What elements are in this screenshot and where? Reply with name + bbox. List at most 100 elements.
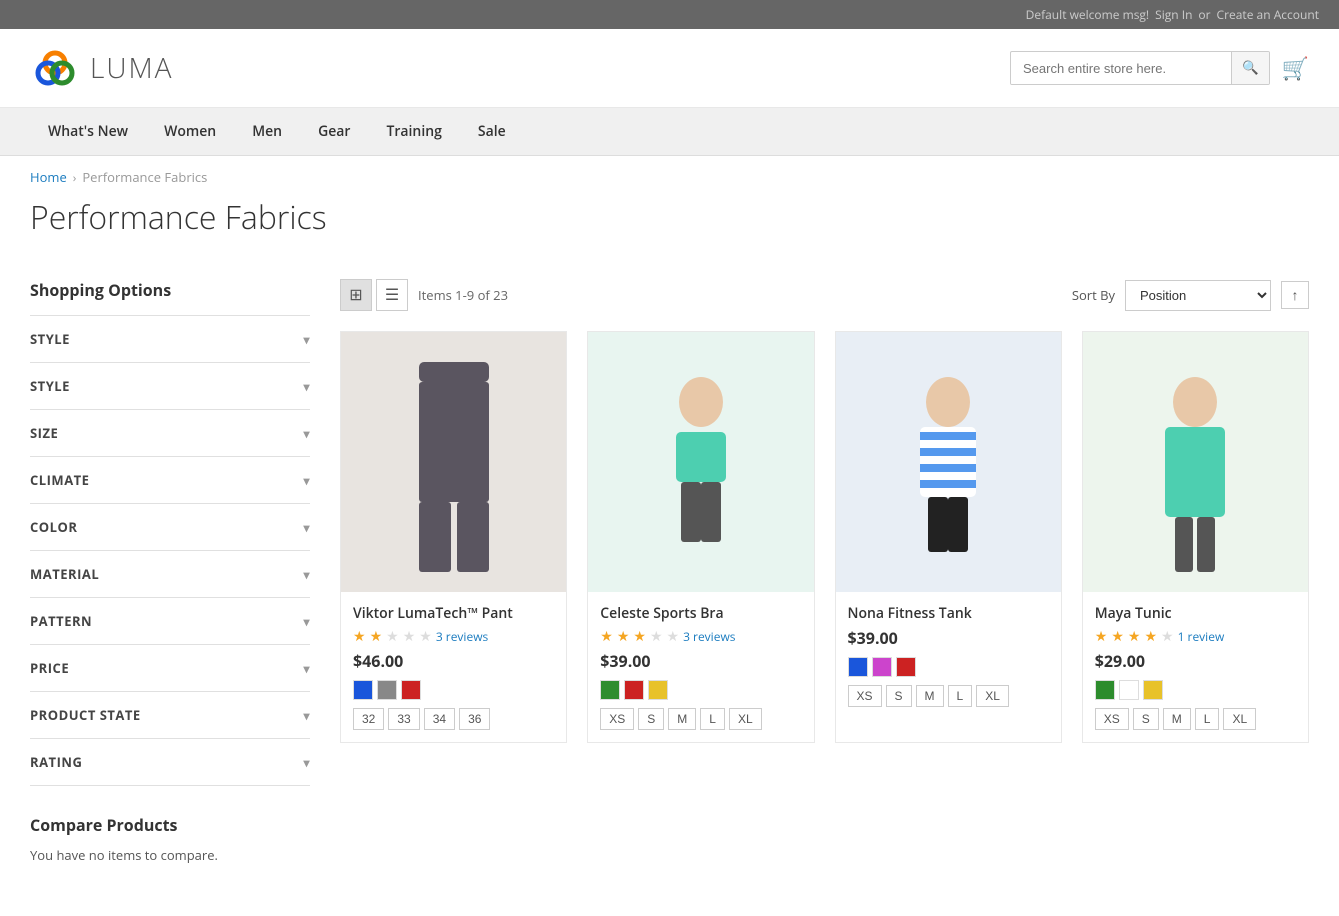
filter-rating-header[interactable]: RATING ▾: [30, 739, 310, 785]
nav-men[interactable]: Men: [234, 108, 300, 155]
nav-sale[interactable]: Sale: [460, 108, 524, 155]
filter-pattern-chevron: ▾: [303, 613, 310, 630]
filter-color-header[interactable]: COLOR ▾: [30, 504, 310, 550]
color-swatch-2-green[interactable]: [600, 680, 620, 700]
filter-style-1-header[interactable]: STYLE ▾: [30, 316, 310, 362]
filter-rating-label: RATING: [30, 753, 82, 771]
star-1-1: ★: [353, 627, 366, 646]
product-name-2[interactable]: Celeste Sports Bra: [600, 604, 801, 623]
filter-pattern-header[interactable]: PATTERN ▾: [30, 598, 310, 644]
product-card-4[interactable]: Maya Tunic ★ ★ ★ ★ ★ 1 review $29.00: [1082, 331, 1309, 743]
filter-price-header[interactable]: PRICE ▾: [30, 645, 310, 691]
color-swatch-1-gray[interactable]: [377, 680, 397, 700]
size-33[interactable]: 33: [388, 708, 419, 730]
size-m-4[interactable]: M: [1163, 708, 1191, 730]
star-2-4: ★: [650, 627, 663, 646]
filter-climate-header[interactable]: CLIMATE ▾: [30, 457, 310, 503]
product-name-3[interactable]: Nona Fitness Tank: [848, 604, 1049, 623]
signin-link[interactable]: Sign In: [1155, 6, 1192, 23]
filter-product-state-chevron: ▾: [303, 707, 310, 724]
color-swatch-3-purple[interactable]: [872, 657, 892, 677]
product-stars-2: ★ ★ ★ ★ ★ 3 reviews: [600, 627, 801, 646]
breadcrumb-home[interactable]: Home: [30, 168, 67, 186]
filter-size-header[interactable]: SIZE ▾: [30, 410, 310, 456]
toolbar-right: Sort By Position Product Name Price ↑: [1072, 280, 1309, 311]
size-xl-2[interactable]: XL: [729, 708, 762, 730]
filter-style-2-label: STYLE: [30, 377, 70, 395]
size-xl-3[interactable]: XL: [976, 685, 1009, 707]
nav-whats-new[interactable]: What's New: [30, 108, 146, 155]
product-image-3: [836, 332, 1061, 592]
color-swatch-4-white[interactable]: [1119, 680, 1139, 700]
nav-women[interactable]: Women: [146, 108, 234, 155]
header: LUMA 🔍 🛒: [0, 29, 1339, 108]
size-xs-2[interactable]: XS: [600, 708, 634, 730]
size-xs-4[interactable]: XS: [1095, 708, 1129, 730]
filter-climate-label: CLIMATE: [30, 471, 89, 489]
color-swatch-3-blue[interactable]: [848, 657, 868, 677]
filter-list: STYLE ▾ STYLE ▾ SIZE ▾ CLIMATE ▾: [30, 316, 310, 786]
search-button[interactable]: 🔍: [1231, 52, 1269, 84]
sort-direction-button[interactable]: ↑: [1281, 281, 1309, 309]
color-swatch-3-red[interactable]: [896, 657, 916, 677]
product-image-placeholder-2: [611, 332, 791, 592]
filter-product-state: PRODUCT STATE ▾: [30, 692, 310, 739]
size-s-3[interactable]: S: [886, 685, 912, 707]
color-swatch-1-blue[interactable]: [353, 680, 373, 700]
size-l-2[interactable]: L: [700, 708, 725, 730]
grid-view-button[interactable]: ⊞: [340, 279, 372, 311]
review-count-1[interactable]: 3 reviews: [436, 628, 488, 645]
size-34[interactable]: 34: [424, 708, 455, 730]
color-swatches-1: [353, 680, 554, 700]
size-36[interactable]: 36: [459, 708, 490, 730]
product-name-4[interactable]: Maya Tunic: [1095, 604, 1296, 623]
product-image-2: [588, 332, 813, 592]
product-card-2[interactable]: Celeste Sports Bra ★ ★ ★ ★ ★ 3 reviews $…: [587, 331, 814, 743]
star-1-5: ★: [419, 627, 432, 646]
review-count-4[interactable]: 1 review: [1178, 628, 1225, 645]
product-stars-1: ★ ★ ★ ★ ★ 3 reviews: [353, 627, 554, 646]
size-m-2[interactable]: M: [668, 708, 696, 730]
color-swatch-2-red[interactable]: [624, 680, 644, 700]
cart-icon[interactable]: 🛒: [1282, 53, 1309, 83]
size-xs-3[interactable]: XS: [848, 685, 882, 707]
product-image-placeholder-1: [364, 332, 544, 592]
size-s-4[interactable]: S: [1133, 708, 1159, 730]
size-l-4[interactable]: L: [1195, 708, 1220, 730]
color-swatch-1-red[interactable]: [401, 680, 421, 700]
size-xl-4[interactable]: XL: [1223, 708, 1256, 730]
product-image-4: [1083, 332, 1308, 592]
color-swatch-4-green[interactable]: [1095, 680, 1115, 700]
star-4-4: ★: [1144, 627, 1157, 646]
filter-price-chevron: ▾: [303, 660, 310, 677]
breadcrumb-current: Performance Fabrics: [82, 168, 207, 186]
search-box[interactable]: 🔍: [1010, 51, 1270, 85]
review-count-2[interactable]: 3 reviews: [683, 628, 735, 645]
sort-select[interactable]: Position Product Name Price: [1125, 280, 1271, 311]
size-m-3[interactable]: M: [916, 685, 944, 707]
nav-gear[interactable]: Gear: [300, 108, 368, 155]
filter-material-header[interactable]: MATERIAL ▾: [30, 551, 310, 597]
star-2-5: ★: [667, 627, 680, 646]
create-account-link[interactable]: Create an Account: [1217, 6, 1319, 23]
list-view-button[interactable]: ☰: [376, 279, 408, 311]
size-s-2[interactable]: S: [638, 708, 664, 730]
product-name-1[interactable]: Viktor LumaTech™ Pant: [353, 604, 554, 623]
page-title-area: Performance Fabrics: [0, 186, 1339, 259]
size-32[interactable]: 32: [353, 708, 384, 730]
logo-area[interactable]: LUMA: [30, 43, 173, 93]
filter-product-state-header[interactable]: PRODUCT STATE ▾: [30, 692, 310, 738]
product-content: ⊞ ☰ Items 1-9 of 23 Sort By Position Pro…: [340, 279, 1309, 864]
product-card-1[interactable]: Viktor LumaTech™ Pant ★ ★ ★ ★ ★ 3 review…: [340, 331, 567, 743]
product-info-4: Maya Tunic ★ ★ ★ ★ ★ 1 review $29.00: [1083, 592, 1308, 742]
filter-size-chevron: ▾: [303, 425, 310, 442]
logo-text: LUMA: [90, 49, 173, 87]
color-swatch-2-yellow[interactable]: [648, 680, 668, 700]
color-swatch-4-yellow[interactable]: [1143, 680, 1163, 700]
search-input[interactable]: [1011, 53, 1231, 84]
items-count: Items 1-9 of 23: [418, 286, 508, 304]
filter-style-2-header[interactable]: STYLE ▾: [30, 363, 310, 409]
product-card-3[interactable]: Nona Fitness Tank $39.00 XS S M L XL: [835, 331, 1062, 743]
nav-training[interactable]: Training: [368, 108, 459, 155]
size-l-3[interactable]: L: [948, 685, 973, 707]
